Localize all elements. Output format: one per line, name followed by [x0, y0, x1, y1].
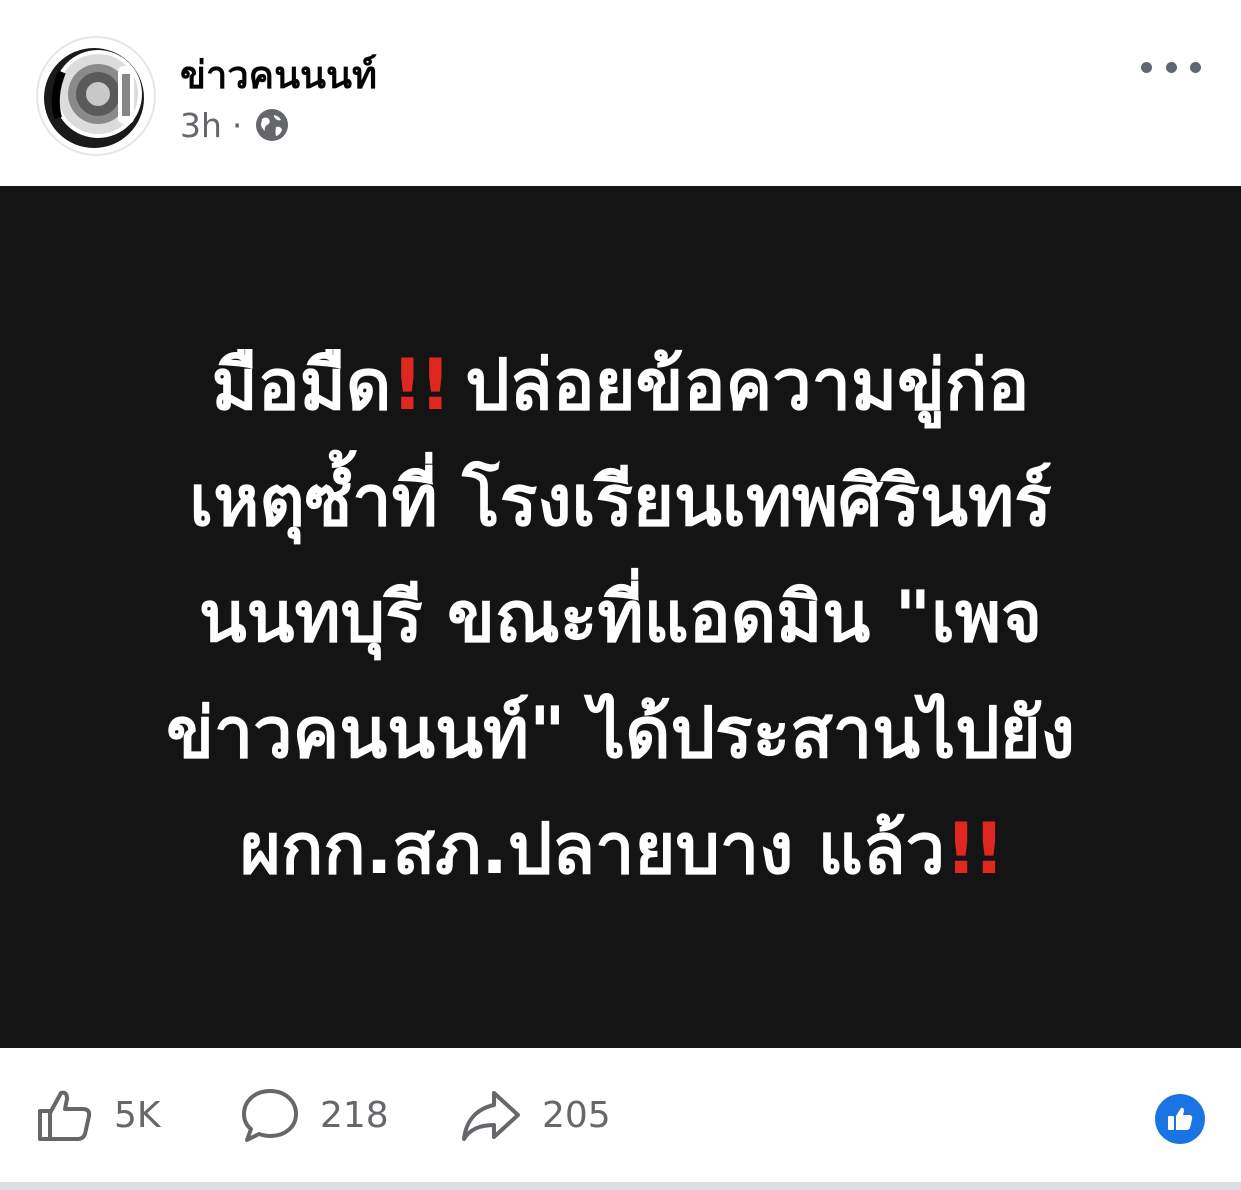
comment-button[interactable]: 218	[240, 1048, 389, 1182]
post-text-segment: เหตุซ้ำที่ โรงเรียนเทพศิรินทร์	[189, 460, 1052, 542]
page-avatar[interactable]	[36, 36, 156, 156]
double-exclamation-icon: !!	[945, 808, 1005, 890]
more-horizontal-icon	[1141, 61, 1152, 73]
page-name[interactable]: ข่าวคนนนท์	[180, 44, 377, 105]
double-exclamation-icon: !!	[391, 344, 451, 426]
more-options-button[interactable]	[1141, 52, 1201, 82]
post-text-segment: ข่าวคนนนท์" ได้ประสานไปยัง	[166, 692, 1075, 774]
post-text-segment: ปล่อยข้อความขู่ก่อ	[465, 344, 1030, 426]
globe-icon[interactable]	[254, 107, 290, 143]
post-text-segment: ผกก.สภ.ปลายบาง แล้ว	[240, 808, 946, 890]
post-text-line: มือมืด!! ปล่อยข้อความขู่ก่อ	[212, 327, 1030, 443]
comment-count: 218	[320, 1094, 389, 1136]
post-time[interactable]: 3h	[180, 106, 222, 145]
post-text-line: ผกก.สภ.ปลายบาง แล้ว!!	[240, 791, 1005, 907]
share-button[interactable]: 205	[460, 1048, 611, 1182]
bottom-divider	[0, 1182, 1241, 1190]
like-button[interactable]: 5K	[34, 1048, 161, 1182]
comment-icon	[242, 1089, 298, 1142]
post-actions-bar: 5K 218 205	[0, 1048, 1241, 1182]
post-text-line: นนทบุรี ขณะที่แอดมิน "เพจ	[199, 559, 1042, 675]
post-text-line: ข่าวคนนนท์" ได้ประสานไปยัง	[166, 675, 1075, 791]
like-count: 5K	[114, 1094, 161, 1136]
share-icon	[462, 1091, 520, 1141]
post-text-segment: นนทบุรี ขณะที่แอดมิน "เพจ	[198, 576, 1043, 658]
share-count: 205	[542, 1094, 611, 1136]
post-header: ข่าวคนนนท์ 3h ·	[0, 0, 1241, 186]
post-meta: 3h ·	[180, 104, 290, 146]
like-reaction-icon[interactable]	[1155, 1094, 1205, 1144]
post-text-segment: มือมืด	[211, 344, 392, 426]
meta-separator: ·	[231, 105, 243, 145]
post-image[interactable]: มือมืด!! ปล่อยข้อความขู่ก่อ เหตุซ้ำที่ โรง…	[0, 186, 1241, 1048]
post-text-line: เหตุซ้ำที่ โรงเรียนเทพศิรินทร์	[189, 443, 1051, 559]
tire-logo-icon	[40, 40, 152, 152]
thumbs-up-icon	[38, 1090, 92, 1141]
